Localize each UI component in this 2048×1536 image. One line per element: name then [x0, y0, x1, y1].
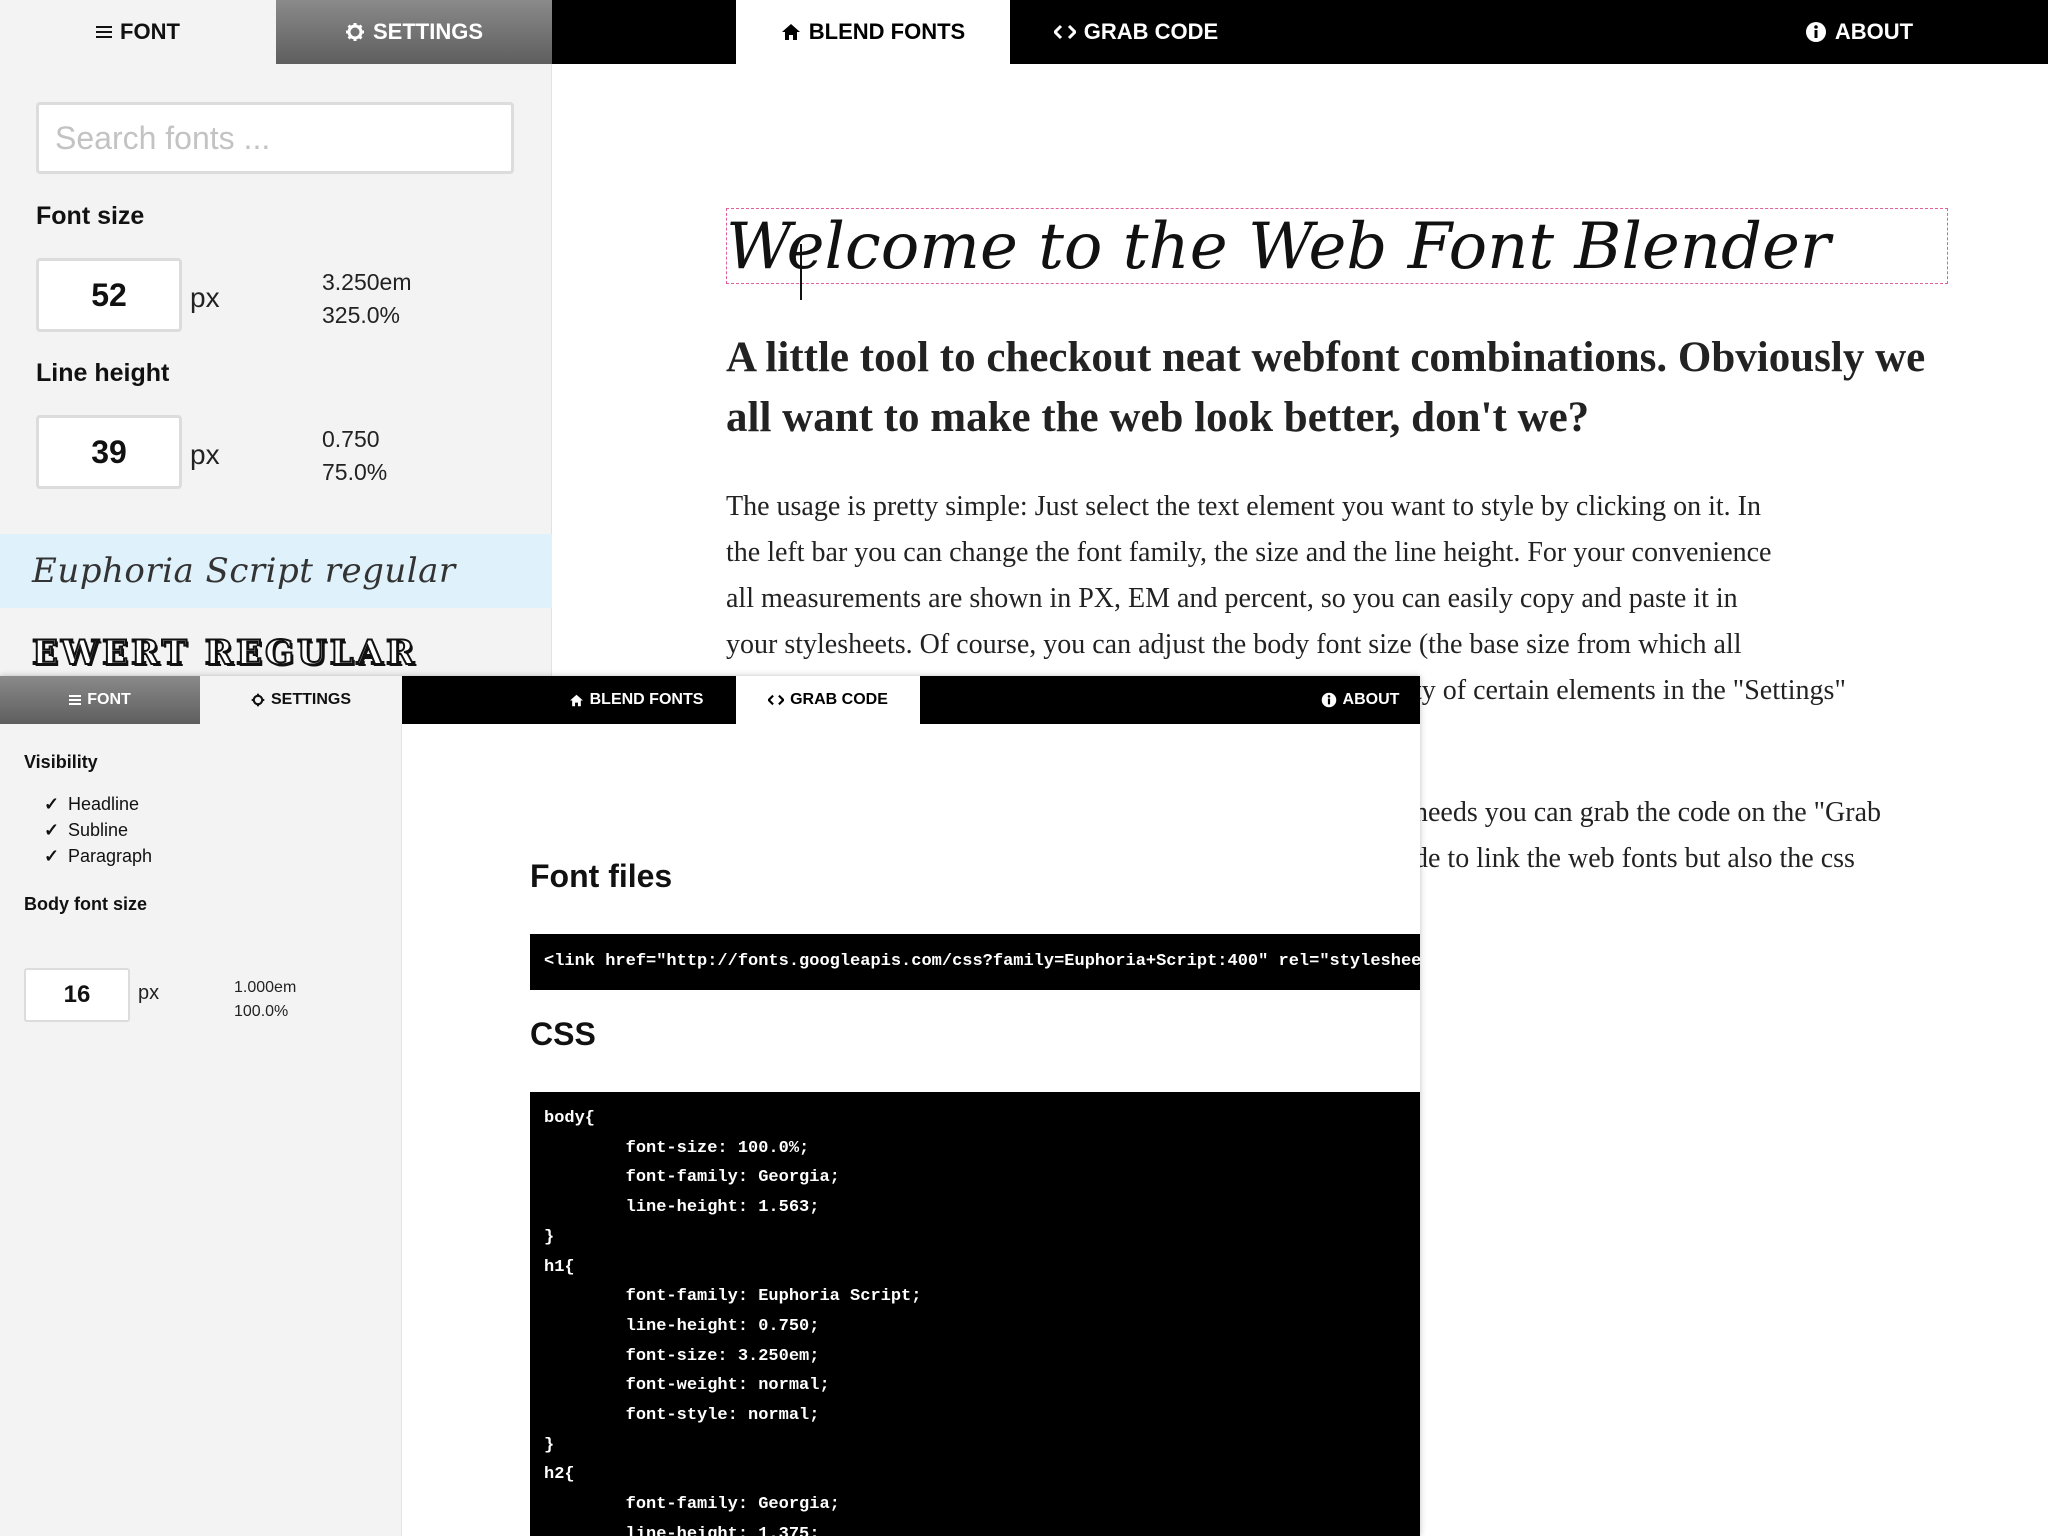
- checkbox-label: Subline: [68, 820, 129, 840]
- checkmark-icon: ✓: [44, 794, 60, 814]
- search-input[interactable]: [36, 102, 514, 174]
- subline[interactable]: A little tool to checkout neat webfont c…: [726, 328, 1970, 448]
- checkmark-icon: ✓: [44, 820, 60, 840]
- body-font-size-em: 1.000em: [234, 979, 297, 996]
- line-height-unit: px: [190, 439, 220, 470]
- font-list-item-label: EWERT REGULAR: [31, 632, 418, 674]
- menu-icon: [96, 25, 113, 39]
- tab-grab-code-label: GRAB CODE: [1083, 19, 1219, 44]
- paragraph-line[interactable]: The usage is pretty simple: Just select …: [726, 484, 1761, 530]
- tab-settings-label: SETTINGS: [372, 19, 483, 44]
- checkmark-icon: ✓: [44, 846, 60, 866]
- paragraph-line[interactable]: the left bar you can change the font fam…: [726, 530, 1771, 576]
- tab-grab-code[interactable]: GRAB CODE: [736, 676, 920, 724]
- code-icon: [768, 694, 785, 706]
- settings-sidebar: Visibility ✓ Headline ✓ Subline ✓ Paragr…: [0, 724, 402, 1536]
- line-height-em: 0.750: [322, 426, 380, 452]
- code-icon: [1053, 24, 1076, 40]
- tab-grab-code-label: GRAB CODE: [790, 691, 888, 708]
- home-icon: [781, 23, 801, 41]
- info-icon: [1805, 21, 1827, 43]
- font-size-em: 3.250em: [322, 269, 412, 295]
- line-height-label: Line height: [36, 359, 170, 387]
- paragraph-line[interactable]: all measurements are shown in PX, EM and…: [726, 576, 1738, 622]
- font-size-percent: 325.0%: [322, 302, 401, 328]
- font-size-label: Font size: [36, 202, 145, 230]
- tab-font[interactable]: FONT: [0, 0, 276, 64]
- font-size-input[interactable]: 52: [36, 258, 182, 332]
- tab-about[interactable]: ABOUT: [1300, 676, 1420, 724]
- subline-checkbox[interactable]: ✓ Subline: [44, 820, 128, 841]
- font-files-title: Font files: [530, 858, 673, 894]
- body-font-size-label: Body font size: [24, 894, 148, 914]
- tab-settings[interactable]: SETTINGS: [200, 676, 402, 724]
- tab-blend-fonts[interactable]: BLEND FONTS: [736, 0, 1010, 64]
- tab-about-label: ABOUT: [1834, 19, 1914, 44]
- css-code-block[interactable]: body{ font-size: 100.0%; font-family: Ge…: [530, 1092, 1420, 1536]
- body-font-size-input[interactable]: 16: [24, 968, 130, 1022]
- font-link-code[interactable]: <link href="http://fonts.googleapis.com/…: [530, 934, 1420, 990]
- visibility-label: Visibility: [24, 752, 98, 772]
- body-font-size-unit: px: [138, 982, 160, 1004]
- checkbox-label: Headline: [68, 794, 140, 814]
- gear-icon: [345, 22, 365, 42]
- tab-blend-fonts-label: BLEND FONTS: [589, 691, 704, 708]
- main-nav: FONT SETTINGS BLEND FONTS GRAB CODE ABOU…: [0, 0, 2048, 64]
- paragraph-line[interactable]: de to link the web fonts but also the cs…: [1414, 836, 1855, 882]
- tab-blend-fonts-label: BLEND FONTS: [808, 19, 966, 44]
- info-icon: [1321, 692, 1337, 708]
- tab-font-label: FONT: [87, 691, 131, 708]
- main-nav: FONT SETTINGS BLEND FONTS GRAB CODE ABOU…: [0, 676, 1420, 724]
- tab-about-label: ABOUT: [1342, 691, 1400, 708]
- font-list-item-label: Euphoria Script regular: [32, 551, 456, 591]
- grab-code-window: FONT SETTINGS BLEND FONTS GRAB CODE ABOU…: [0, 676, 1420, 1536]
- tab-font-label: FONT: [120, 19, 180, 44]
- home-icon: [569, 694, 584, 707]
- menu-icon: [69, 695, 82, 705]
- font-size-unit: px: [190, 282, 220, 313]
- paragraph-line[interactable]: ty of certain elements in the "Settings": [1414, 668, 1846, 714]
- paragraph-line[interactable]: needs you can grab the code on the "Grab: [1414, 790, 1881, 836]
- body-font-size-percent: 100.0%: [234, 1003, 289, 1020]
- tab-font[interactable]: FONT: [0, 676, 200, 724]
- paragraph-line[interactable]: your stylesheets. Of course, you can adj…: [726, 622, 1742, 668]
- tab-settings-label: SETTINGS: [270, 691, 351, 708]
- headline-checkbox[interactable]: ✓ Headline: [44, 794, 139, 815]
- checkbox-label: Paragraph: [68, 846, 153, 866]
- css-title: CSS: [530, 1016, 596, 1052]
- paragraph-checkbox[interactable]: ✓ Paragraph: [44, 846, 152, 867]
- code-area: Font files <link href="http://fonts.goog…: [402, 724, 1420, 1536]
- tab-grab-code[interactable]: GRAB CODE: [1010, 0, 1262, 64]
- body-font-size-conversions: 1.000em 100.0%: [234, 976, 296, 1024]
- gear-icon: [251, 693, 265, 707]
- font-size-conversions: 3.250em 325.0%: [322, 266, 412, 332]
- headline[interactable]: Welcome to the Web Font Blender: [726, 212, 1948, 282]
- font-list-item-selected[interactable]: Euphoria Script regular: [0, 534, 552, 608]
- line-height-input[interactable]: 39: [36, 415, 182, 489]
- tab-settings[interactable]: SETTINGS: [276, 0, 552, 64]
- tab-blend-fonts[interactable]: BLEND FONTS: [536, 676, 736, 724]
- text-cursor: [800, 244, 802, 300]
- line-height-percent: 75.0%: [322, 459, 388, 485]
- line-height-conversions: 0.750 75.0%: [322, 423, 387, 489]
- tab-about[interactable]: ABOUT: [1776, 0, 1942, 64]
